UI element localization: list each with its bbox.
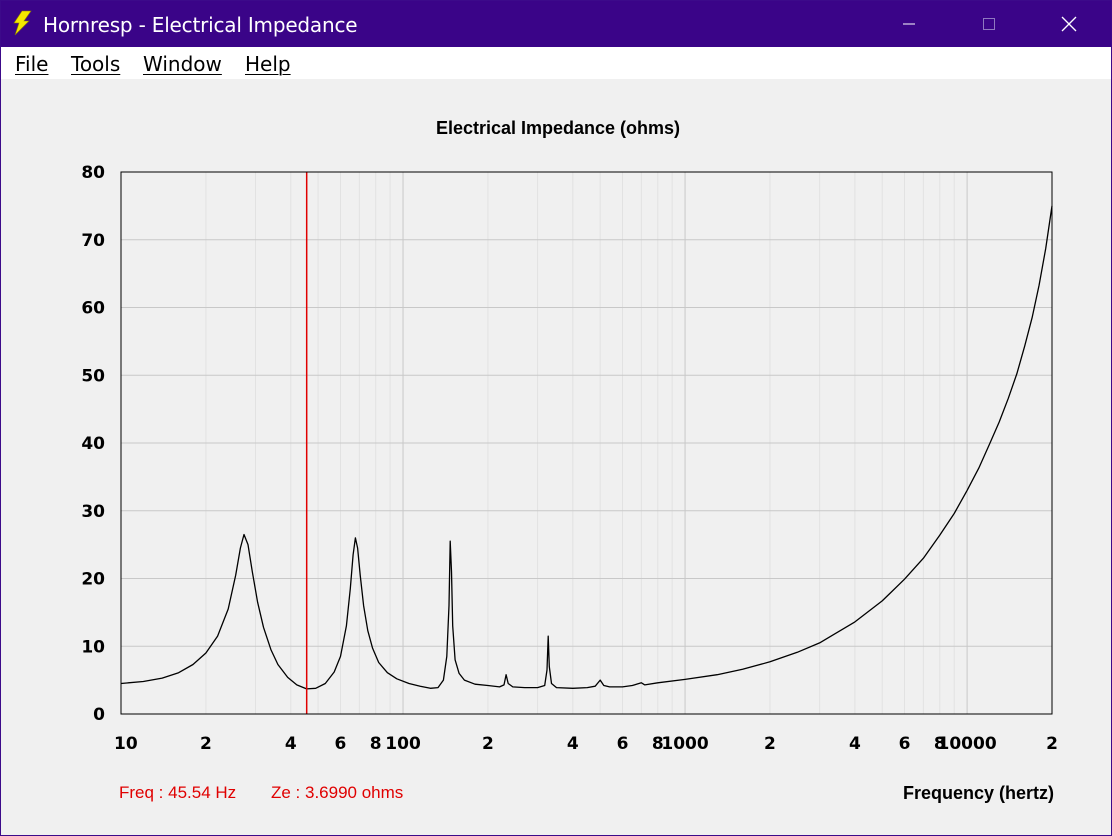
lightning-bolt-icon xyxy=(13,10,32,36)
y-tick-label: 0 xyxy=(93,705,105,725)
x-tick-label: 4 xyxy=(285,734,297,754)
x-tick-label: 2 xyxy=(200,734,212,754)
x-tick-label: 6 xyxy=(335,734,347,754)
y-tick-label: 50 xyxy=(81,366,105,386)
menu-file[interactable]: File xyxy=(15,52,48,76)
menu-help[interactable]: Help xyxy=(245,52,291,76)
y-tick-label: 30 xyxy=(81,502,105,522)
minimize-icon xyxy=(903,23,915,25)
x-tick-label: 10000 xyxy=(938,734,997,754)
maximize-icon xyxy=(983,18,995,30)
close-button[interactable] xyxy=(1029,1,1109,47)
x-tick-label: 1000 xyxy=(661,734,708,754)
x-axis-ticks: 10 2 4 6 8 100 2 4 6 81000 2 4 6 810000 2 xyxy=(114,734,1058,754)
x-tick-label: 6 xyxy=(899,734,911,754)
x-tick-label: 2 xyxy=(1046,734,1058,754)
x-tick-label: 100 xyxy=(385,734,421,754)
ze-readout: Ze : 3.6990 ohms xyxy=(271,783,403,802)
menu-bar: File Tools Window Help xyxy=(1,47,1111,79)
impedance-chart[interactable]: Electrical Impedance (ohms) 0 10 20 30 40 50 6… xyxy=(1,79,1111,819)
chart-grid xyxy=(121,172,1052,714)
title-bar[interactable]: Hornresp - Electrical Impedance xyxy=(1,1,1111,47)
impedance-curve-group xyxy=(120,205,1053,690)
y-tick-label: 40 xyxy=(81,434,105,454)
menu-window[interactable]: Window xyxy=(143,52,222,76)
x-tick-label: 4 xyxy=(567,734,579,754)
x-tick-label: 2 xyxy=(482,734,494,754)
chart-title: Electrical Impedance (ohms) xyxy=(436,118,680,138)
x-axis-label: Frequency (hertz) xyxy=(903,783,1054,803)
impedance-curve xyxy=(120,205,1053,690)
x-tick-label: 2 xyxy=(764,734,776,754)
y-axis-ticks: 0 10 20 30 40 50 60 70 80 xyxy=(81,163,105,725)
x-tick-label: 6 xyxy=(617,734,629,754)
y-tick-label: 70 xyxy=(81,231,105,251)
y-tick-label: 60 xyxy=(81,299,105,319)
x-tick-label: 8 xyxy=(370,734,382,754)
app-window: Hornresp - Electrical Impedance File Too… xyxy=(0,0,1112,836)
x-tick-label: 4 xyxy=(849,734,861,754)
freq-readout: Freq : 45.54 Hz xyxy=(119,783,236,802)
y-tick-label: 80 xyxy=(81,163,105,183)
x-tick-label: 10 xyxy=(114,734,138,754)
minimize-button[interactable] xyxy=(869,1,949,47)
window-title: Hornresp - Electrical Impedance xyxy=(43,13,358,37)
y-tick-label: 10 xyxy=(81,637,105,657)
maximize-button[interactable] xyxy=(949,1,1029,47)
y-tick-label: 20 xyxy=(81,570,105,590)
menu-tools[interactable]: Tools xyxy=(71,52,120,76)
close-icon xyxy=(1061,16,1077,32)
